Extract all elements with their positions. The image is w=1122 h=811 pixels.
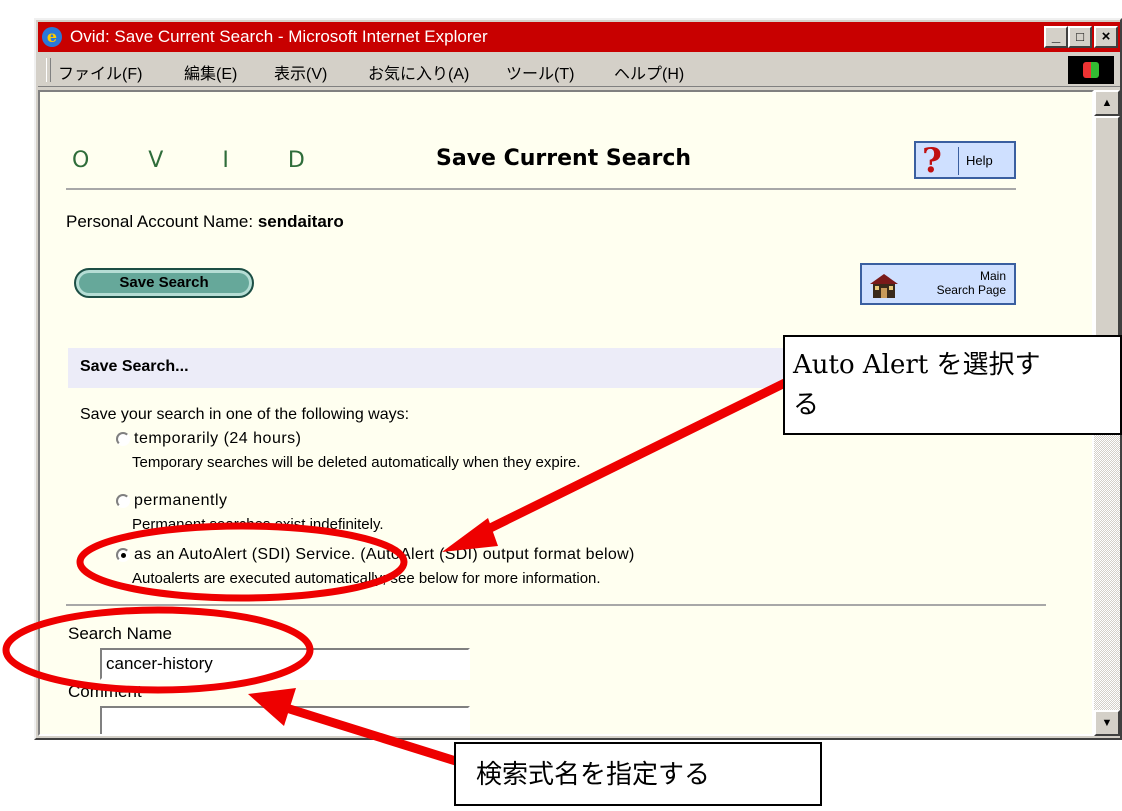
- option-temporarily-label: temporarily (24 hours): [134, 430, 302, 447]
- scroll-down-arrow-icon[interactable]: ▼: [1094, 710, 1120, 736]
- search-name-label: Search Name: [68, 624, 172, 643]
- ie-logo-icon: e: [42, 27, 62, 47]
- options-divider: [66, 604, 1046, 606]
- menu-favorites[interactable]: お気に入り(A): [368, 60, 469, 84]
- scroll-up-arrow-icon[interactable]: ▲: [1094, 90, 1120, 116]
- save-search-button[interactable]: Save Search: [74, 268, 254, 298]
- option-permanently-label: permanently: [134, 492, 228, 509]
- callout-autoalert-line2: る: [793, 390, 820, 420]
- close-button[interactable]: ×: [1094, 26, 1118, 48]
- callout-autoalert-line1: Auto Alert を選択す: [793, 350, 1041, 380]
- header-divider: [66, 188, 1016, 190]
- help-button[interactable]: ? Help: [914, 141, 1016, 181]
- search-name-input[interactable]: [100, 648, 470, 680]
- menu-view[interactable]: 表示(V): [274, 60, 327, 84]
- option-autoalert-desc: Autoalerts are executed automatically; s…: [132, 570, 601, 587]
- section-heading-text: Save Search...: [80, 358, 189, 375]
- toolbar-grip[interactable]: [46, 58, 51, 82]
- save-intro: Save your search in one of the following…: [80, 406, 410, 423]
- menu-tools[interactable]: ツール(T): [506, 60, 574, 84]
- page-title: Save Current Search: [436, 146, 692, 171]
- scroll-thumb[interactable]: [1094, 116, 1120, 338]
- account-label: Personal Account Name:: [66, 212, 258, 231]
- radio-permanently[interactable]: [116, 494, 130, 508]
- windows-logo-icon: [1068, 56, 1114, 84]
- help-divider: [958, 147, 959, 175]
- account-value: sendaitaro: [257, 212, 344, 231]
- menu-help[interactable]: ヘルプ(H): [614, 60, 684, 84]
- option-permanently-desc: Permanent searches exist indefinitely.: [132, 516, 384, 533]
- title-bar: e Ovid: Save Current Search - Microsoft …: [38, 22, 1120, 52]
- minimize-button[interactable]: _: [1044, 26, 1068, 48]
- option-autoalert-label: as an AutoAlert (SDI) Service. (AutoAler…: [134, 546, 635, 563]
- help-label: Help: [966, 153, 993, 168]
- comment-label: Comment: [68, 682, 142, 701]
- help-icon: ?: [922, 141, 942, 181]
- house-icon: [870, 274, 898, 298]
- callout-specify-search-name: 検索式名を指定する: [454, 742, 822, 806]
- main-search-page-button[interactable]: Main Search Page: [860, 263, 1016, 305]
- window-title: Ovid: Save Current Search - Microsoft In…: [70, 27, 488, 46]
- radio-autoalert[interactable]: [116, 548, 130, 562]
- menu-bar: ファイル(F) 編集(E) 表示(V) お気に入り(A) ツール(T) ヘルプ(…: [38, 54, 1120, 87]
- account-name: Personal Account Name: sendaitaro: [66, 212, 344, 232]
- main-search-label-line1: Main: [979, 269, 1006, 283]
- menu-file[interactable]: ファイル(F): [58, 60, 142, 84]
- menu-edit[interactable]: 編集(E): [184, 60, 237, 84]
- option-temporarily-desc: Temporary searches will be deleted autom…: [132, 454, 581, 471]
- ovid-logo: O V I D: [72, 148, 331, 173]
- callout-select-autoalert: Auto Alert を選択す る: [783, 335, 1122, 435]
- comment-input[interactable]: [100, 706, 470, 734]
- main-search-label-line2: Search Page: [936, 283, 1006, 297]
- radio-temporarily[interactable]: [116, 432, 130, 446]
- maximize-button[interactable]: □: [1068, 26, 1092, 48]
